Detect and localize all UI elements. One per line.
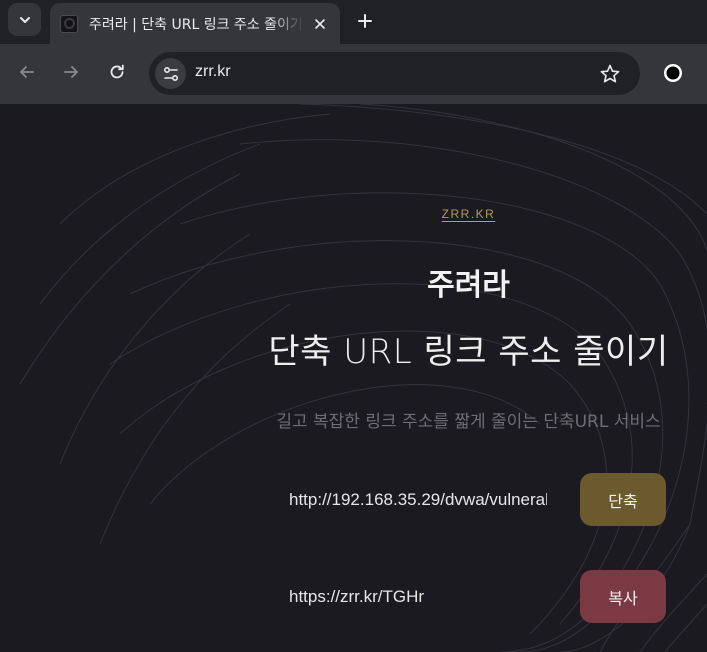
brand-link[interactable]: ZRR.KR [0,207,707,221]
site-name: 주려라 [427,268,510,303]
forward-button[interactable] [58,59,84,85]
close-icon [315,18,325,29]
star-icon [600,64,620,83]
tab-title: 주려라 | 단축 URL 링크 주소 줄이기 [89,16,303,33]
back-button[interactable] [14,59,40,85]
url-text[interactable]: zrr.kr [195,63,231,81]
tab-search-button[interactable] [8,3,41,36]
shorten-button[interactable]: 단축 [580,473,666,526]
copy-button[interactable]: 복사 [580,570,666,623]
extension-button[interactable] [661,61,685,85]
browser-toolbar: zrr.kr [0,44,707,104]
bookmark-button[interactable] [598,62,622,86]
arrow-left-icon [20,66,34,78]
address-bar[interactable]: zrr.kr [149,52,640,95]
short-url-output[interactable] [283,582,553,612]
page-content: ZRR.KR 주려라 단축 URL 링크 주소 줄이기 길고 복잡한 링크 주소… [0,104,707,652]
site-info-button[interactable] [155,58,186,89]
new-tab-button[interactable] [352,8,378,34]
tune-icon [163,66,178,81]
page-headline: 단축 URL 링크 주소 줄이기 [268,332,669,372]
browser-tab[interactable]: 주려라 | 단축 URL 링크 주소 줄이기 [50,3,340,44]
reload-icon [110,64,124,79]
tab-strip: 주려라 | 단축 URL 링크 주소 줄이기 [0,0,707,44]
reload-button[interactable] [104,59,130,85]
long-url-input[interactable] [283,485,553,515]
site-favicon-icon [60,14,78,33]
record-circle-icon [664,64,682,82]
plus-icon [358,14,372,28]
chevron-down-icon [19,16,30,23]
page-description: 길고 복잡한 링크 주소를 짧게 줄이는 단축URL 서비스 [276,412,661,432]
tab-close-button[interactable] [310,14,330,34]
arrow-right-icon [64,66,78,78]
